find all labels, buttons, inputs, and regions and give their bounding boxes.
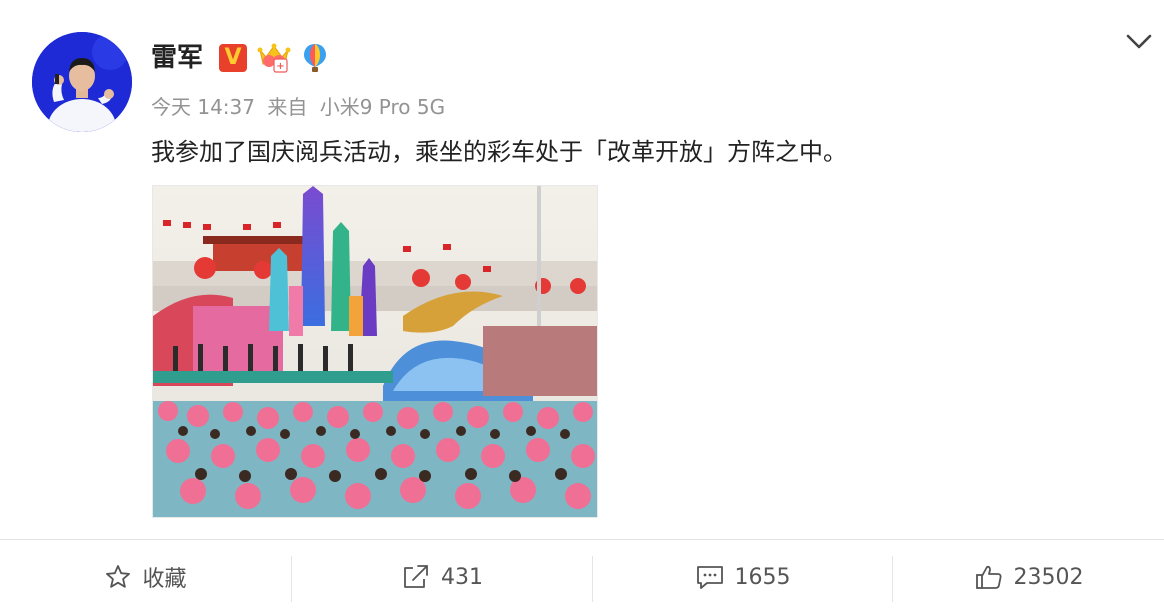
source-prefix: 来自 [267, 95, 308, 119]
action-bar-divider [0, 539, 1164, 540]
favorite-button[interactable]: 收藏 [0, 552, 291, 602]
crown-member-icon[interactable]: + [257, 42, 291, 74]
post-time[interactable]: 今天 14:37 [151, 95, 255, 119]
author-name[interactable]: 雷军 [151, 42, 203, 74]
post-meta: 今天 14:37 来自 小米9 Pro 5G [151, 93, 451, 121]
badge-row: V + [219, 42, 329, 74]
comment-button[interactable]: 1655 [593, 552, 892, 602]
svg-text:+: + [276, 61, 284, 72]
comment-count: 1655 [734, 564, 791, 590]
source-device[interactable]: 小米9 Pro 5G [320, 95, 445, 119]
author-avatar[interactable] [32, 32, 132, 132]
share-arrow-icon [404, 565, 428, 588]
verified-badge-icon[interactable]: V [219, 44, 247, 72]
post-text: 我参加了国庆阅兵活动，乘坐的彩车处于「改革开放」方阵之中。 [151, 138, 847, 166]
post-image[interactable] [152, 185, 598, 518]
like-count: 23502 [1013, 564, 1084, 590]
repost-button[interactable]: 431 [292, 552, 592, 602]
like-button[interactable]: 23502 [893, 552, 1164, 602]
repost-count: 431 [441, 564, 483, 590]
favorite-label: 收藏 [142, 567, 187, 592]
thumbs-up-icon [975, 565, 1001, 589]
star-outline-icon [106, 565, 131, 588]
chevron-down-icon[interactable] [1124, 30, 1154, 54]
comment-bubble-icon [696, 566, 723, 589]
balloon-badge-icon[interactable] [301, 42, 329, 74]
